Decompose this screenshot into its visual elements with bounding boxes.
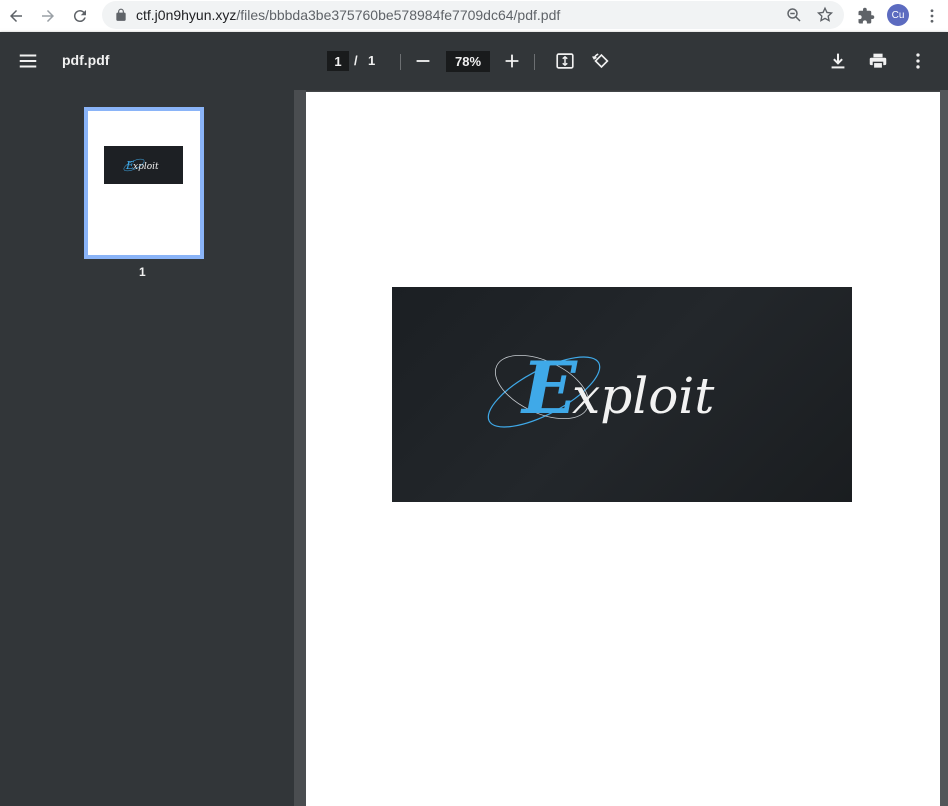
svg-text:E: E <box>520 345 578 430</box>
document-title: pdf.pdf <box>62 52 110 68</box>
hamburger-menu-icon <box>19 54 37 68</box>
sidebar-toggle-button[interactable] <box>16 49 40 73</box>
page-thumbnail[interactable]: E xploit <box>84 107 204 259</box>
url-host: ctf.j0n9hyun.xyz <box>136 7 237 23</box>
toolbar-divider <box>534 54 535 70</box>
reload-button[interactable] <box>64 0 96 32</box>
star-icon <box>816 6 834 22</box>
kebab-menu-icon <box>916 53 920 69</box>
download-button[interactable] <box>826 49 850 73</box>
bookmark-star-button[interactable] <box>815 5 835 25</box>
magnifier-minus-icon <box>787 8 801 22</box>
fit-to-page-button[interactable] <box>553 49 577 73</box>
browser-menu-button[interactable] <box>924 5 940 27</box>
forward-button[interactable] <box>32 0 64 32</box>
printer-icon <box>869 53 887 70</box>
kebab-menu-icon <box>930 9 934 23</box>
more-actions-button[interactable] <box>906 49 930 73</box>
page-total: 1 <box>368 53 376 68</box>
zoom-level-input[interactable]: 78% <box>446 51 490 72</box>
zoom-out-button[interactable] <box>411 49 435 73</box>
url-path: /files/bbbda3be375760be578984fe7709dc64/… <box>236 7 561 23</box>
svg-text:xploit: xploit <box>572 367 715 425</box>
fit-page-icon <box>556 53 574 69</box>
thumbnail-logo-image: E xploit <box>104 146 183 184</box>
sidebar-divider <box>294 90 306 806</box>
svg-text:xploit: xploit <box>133 162 159 172</box>
zoom-indicator-button[interactable] <box>784 5 804 25</box>
profile-avatar[interactable]: Cu <box>887 4 909 26</box>
print-button[interactable] <box>866 49 890 73</box>
arrow-left-icon <box>10 10 22 22</box>
page-number-input[interactable]: 1 <box>327 51 349 71</box>
pdf-viewer-toolbar: pdf.pdf 1 / 1 78% <box>0 32 948 90</box>
thumbnail-page-label: 1 <box>139 265 146 279</box>
exploit-logo-mini: E xploit <box>123 158 159 172</box>
lock-icon <box>116 8 126 21</box>
pdf-page: E xploit <box>306 92 940 806</box>
reload-icon <box>73 10 86 23</box>
minus-icon <box>416 60 430 62</box>
back-button[interactable] <box>0 0 32 32</box>
url-text: ctf.j0n9hyun.xyz/files/bbbda3be375760be5… <box>136 7 560 23</box>
exploit-logo: E xploit <box>487 345 715 430</box>
extensions-button[interactable] <box>855 5 877 27</box>
browser-toolbar: ctf.j0n9hyun.xyz/files/bbbda3be375760be5… <box>0 0 948 32</box>
rotate-counterclockwise-icon <box>592 53 609 69</box>
rotate-button[interactable] <box>589 49 613 73</box>
viewer-scroll-area[interactable] <box>940 90 948 806</box>
download-icon <box>831 53 845 69</box>
zoom-in-button[interactable] <box>500 49 524 73</box>
exploit-logo-image: E xploit <box>392 287 852 502</box>
puzzle-piece-icon <box>858 7 875 24</box>
page-separator: / <box>354 53 358 68</box>
toolbar-divider <box>400 54 401 70</box>
thumbnail-sidebar: E xploit 1 <box>0 90 294 806</box>
plus-icon <box>505 54 519 68</box>
arrow-right-icon <box>42 10 54 22</box>
address-bar[interactable]: ctf.j0n9hyun.xyz/files/bbbda3be375760be5… <box>102 1 844 29</box>
